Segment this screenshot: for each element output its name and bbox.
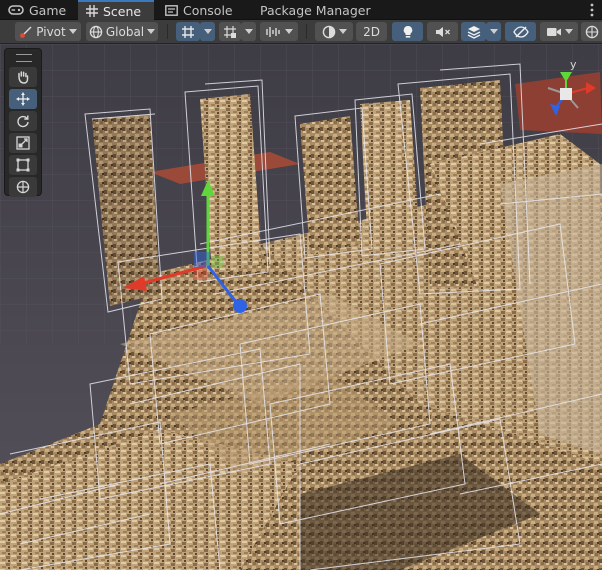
editor-tab-bar: Game Scene Console Package Manager (0, 0, 602, 20)
toolbar-divider (306, 24, 307, 39)
rect-transform-icon (16, 158, 30, 172)
chevron-down-icon (244, 29, 253, 34)
globe-icon (89, 25, 103, 38)
grid-snap-menu[interactable] (200, 22, 215, 41)
tab-console[interactable]: Console (157, 0, 245, 20)
eye-hidden-icon (512, 25, 529, 38)
tab-game[interactable]: Game (0, 0, 78, 20)
camera-dropdown[interactable] (540, 22, 578, 41)
shading-sphere-icon (322, 25, 335, 38)
scene-grid-icon (86, 5, 98, 17)
render-mode-dropdown[interactable] (260, 22, 298, 41)
chevron-down-icon (203, 29, 212, 34)
scale-tool[interactable] (9, 133, 37, 153)
chevron-down-icon (284, 29, 293, 34)
layers-icon (467, 25, 480, 39)
effects-toggle[interactable] (461, 22, 486, 41)
camera-icon (546, 27, 561, 36)
increment-snap-menu[interactable] (241, 22, 256, 41)
gizmo-x-cone[interactable] (586, 82, 596, 94)
grid-snap-toggle[interactable] (176, 22, 200, 41)
tab-package-manager[interactable]: Package Manager (247, 0, 377, 20)
gizmos-dropdown[interactable] (581, 22, 602, 41)
scene-viewport[interactable]: y (0, 44, 602, 570)
global-dropdown[interactable]: Global (86, 22, 158, 41)
tab-game-label: Game (29, 2, 67, 18)
tab-scene[interactable]: Scene (78, 0, 154, 20)
pivot-label: Pivot (36, 24, 66, 39)
toolbar-divider (167, 24, 168, 39)
hand-tool[interactable] (9, 67, 37, 87)
increment-snap-toggle[interactable] (219, 22, 241, 41)
more-options-icon[interactable] (590, 3, 594, 17)
tool-palette (4, 48, 42, 197)
orientation-gizmo[interactable]: y (530, 58, 602, 130)
rotate-tool[interactable] (9, 111, 37, 131)
scene-visibility-toggle[interactable] (505, 22, 536, 41)
effects-menu[interactable] (486, 22, 501, 41)
pivot-dropdown[interactable]: Pivot (15, 22, 81, 41)
speaker-muted-icon (435, 26, 450, 37)
tab-console-label: Console (183, 2, 233, 18)
palette-grip-icon[interactable] (16, 54, 32, 62)
increment-snap-icon (224, 25, 236, 38)
gizmo-z-cone[interactable] (550, 104, 560, 116)
audio-bars-icon (265, 26, 280, 37)
chevron-down-icon (564, 29, 573, 34)
pivot-icon (20, 26, 32, 38)
chevron-down-icon (489, 29, 498, 34)
light-bulb-icon (403, 25, 412, 38)
globe-gizmo-icon (585, 25, 598, 38)
scale-icon (16, 136, 30, 150)
chevron-down-icon (338, 29, 347, 34)
console-icon (165, 4, 178, 16)
chevron-down-icon (147, 29, 156, 34)
gizmo-y-label: y (570, 58, 577, 71)
scene-render (0, 44, 602, 570)
rotate-icon (17, 115, 29, 128)
audio-toggle[interactable] (427, 22, 458, 41)
grid-snap-icon (182, 25, 194, 38)
tab-scene-label: Scene (103, 3, 142, 19)
hand-icon (18, 71, 29, 84)
gizmo-y-cone[interactable] (560, 72, 572, 82)
move-arrows-icon (16, 92, 30, 106)
chevron-down-icon (68, 29, 77, 34)
shading-mode-dropdown[interactable] (315, 22, 353, 41)
tab-package-manager-label: Package Manager (260, 2, 371, 18)
gamepad-icon (8, 5, 24, 15)
transform-icon (16, 180, 30, 194)
mode-2d-button[interactable]: 2D (356, 22, 387, 41)
lighting-toggle[interactable] (392, 22, 423, 41)
global-label: Global (105, 24, 145, 39)
mode-2d-label: 2D (363, 24, 380, 39)
scene-toolbar: Pivot Global 2D (0, 20, 602, 44)
gizmo-center-cube[interactable] (560, 88, 572, 100)
move-tool[interactable] (9, 89, 37, 109)
transform-tool[interactable] (9, 177, 37, 197)
rect-tool[interactable] (9, 155, 37, 175)
